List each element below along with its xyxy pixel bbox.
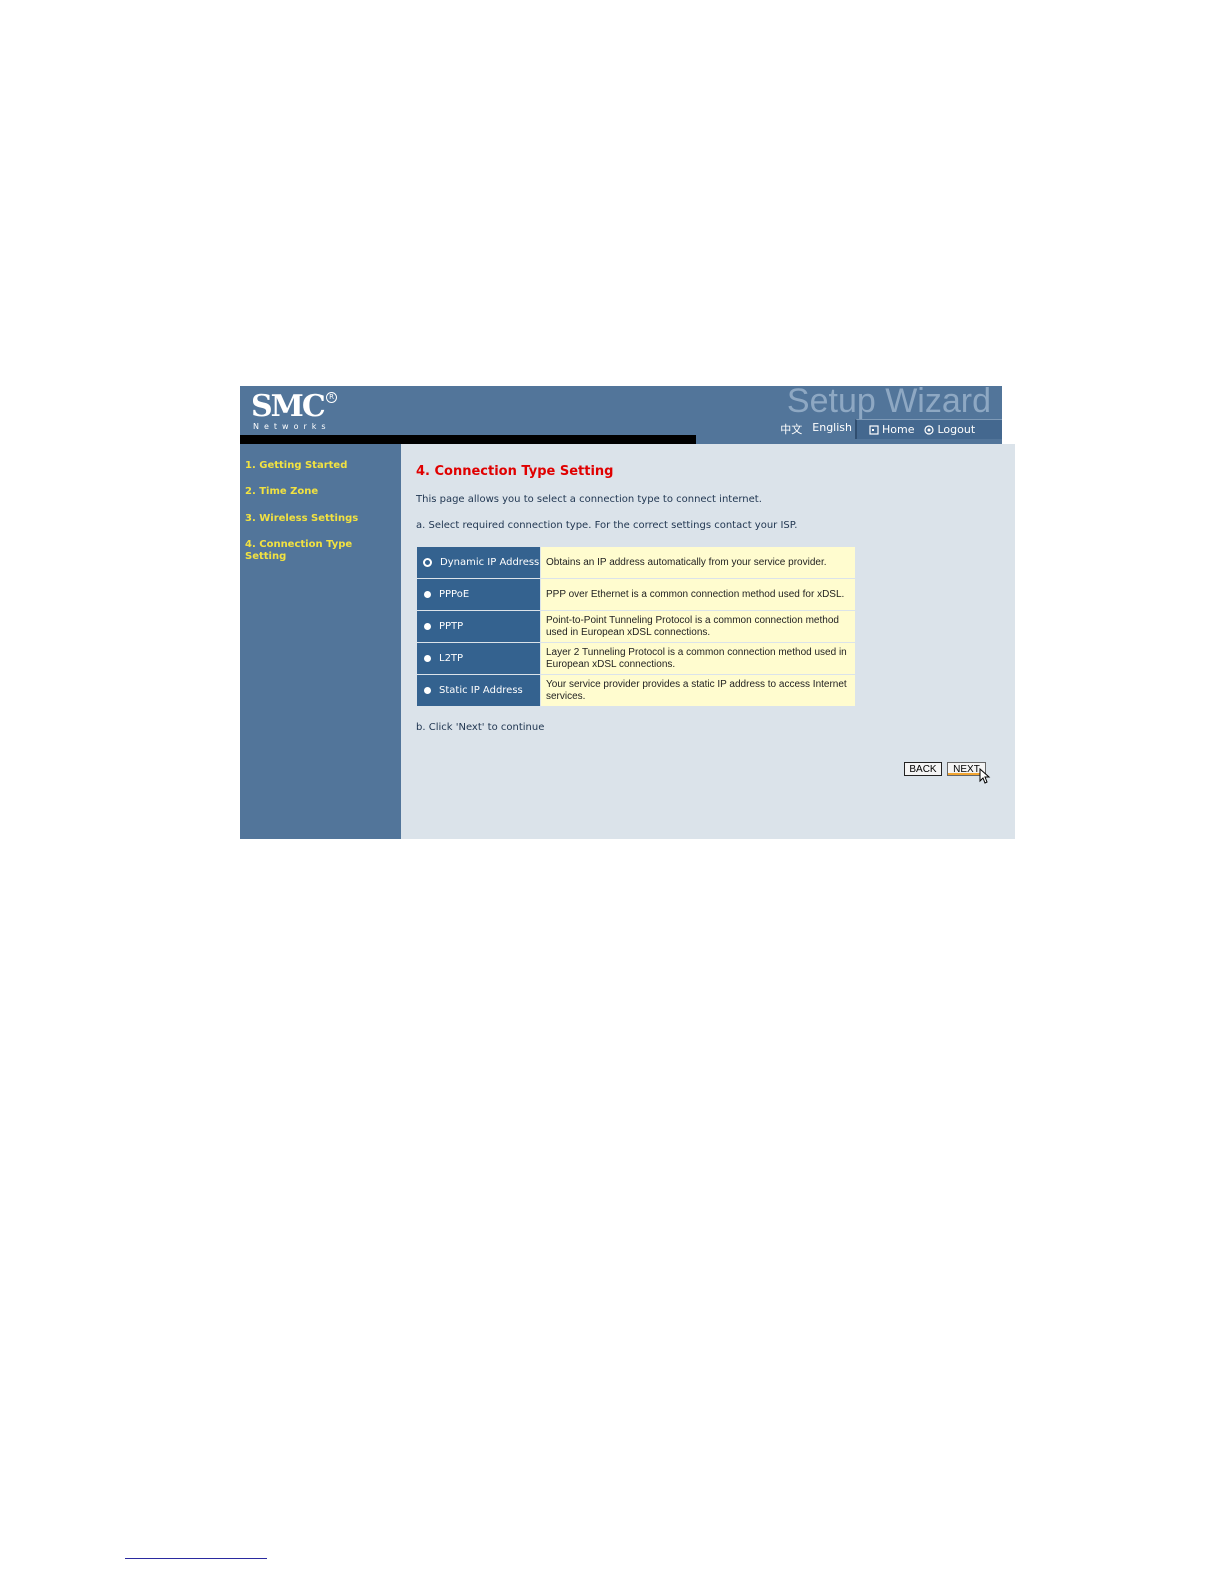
wizard-title: Setup Wizard xyxy=(786,386,991,420)
connection-option-label: Dynamic IP Address xyxy=(440,557,540,568)
connection-option-label: Static IP Address xyxy=(439,685,523,696)
header-edge xyxy=(1002,386,1015,444)
smc-logo: SMC xyxy=(251,389,326,424)
connection-option-description: Obtains an IP address automatically from… xyxy=(541,547,855,578)
sidebar: 1. Getting Started 2. Time Zone 3. Wirel… xyxy=(240,444,401,839)
logout-label: Logout xyxy=(937,423,976,436)
logo-subtitle: Networks xyxy=(253,422,331,431)
back-button[interactable]: BACK xyxy=(904,762,942,776)
connection-option[interactable]: Static IP Address xyxy=(417,675,541,706)
connection-option-description: Layer 2 Tunneling Protocol is a common c… xyxy=(541,643,855,674)
connection-option-description: Point-to-Point Tunneling Protocol is a c… xyxy=(541,611,855,642)
radio-button[interactable] xyxy=(424,623,431,630)
connection-option-label: PPTP xyxy=(439,621,464,632)
home-link[interactable]: Home xyxy=(869,423,914,436)
connection-option-row: Static IP Address Your service provider p… xyxy=(417,675,855,707)
step-b-text: b. Click 'Next' to continue xyxy=(416,722,545,733)
connection-type-table: Dynamic IP Address Obtains an IP address … xyxy=(417,547,855,707)
home-label: Home xyxy=(882,423,915,436)
sidebar-item-connection-type[interactable]: 4. Connection Type Setting xyxy=(245,539,355,563)
connection-option-description: Your service provider provides a static … xyxy=(541,675,855,706)
connection-option[interactable]: PPTP xyxy=(417,611,541,642)
radio-button[interactable] xyxy=(424,591,431,598)
intro-text: This page allows you to select a connect… xyxy=(416,494,762,505)
connection-option-row: Dynamic IP Address Obtains an IP address … xyxy=(417,547,855,579)
connection-option-row: PPPoE PPP over Ethernet is a common conne… xyxy=(417,579,855,611)
header: SMC R Networks Setup Wizard 中文 English H… xyxy=(240,386,1015,444)
connection-option-row: L2TP Layer 2 Tunneling Protocol is a comm… xyxy=(417,643,855,675)
lang-chinese-link[interactable]: 中文 xyxy=(780,421,802,437)
connection-option[interactable]: Dynamic IP Address xyxy=(417,547,541,578)
connection-option-label: L2TP xyxy=(439,653,464,664)
logout-link[interactable]: Logout xyxy=(924,423,975,436)
lang-english-link[interactable]: English xyxy=(812,421,852,437)
step-a-text: a. Select required connection type. For … xyxy=(416,520,798,531)
page-title: 4. Connection Type Setting xyxy=(416,464,614,479)
top-nav: Home Logout xyxy=(855,419,1002,439)
mouse-pointer-icon xyxy=(979,768,991,784)
radio-button[interactable] xyxy=(423,558,432,567)
sidebar-item-time-zone[interactable]: 2. Time Zone xyxy=(245,486,385,498)
registered-mark: R xyxy=(326,392,337,403)
radio-button[interactable] xyxy=(424,687,431,694)
connection-option-label: PPPoE xyxy=(439,589,470,600)
sidebar-item-getting-started[interactable]: 1. Getting Started xyxy=(245,460,385,472)
connection-option[interactable]: L2TP xyxy=(417,643,541,674)
connection-option-description: PPP over Ethernet is a common connection… xyxy=(541,579,855,610)
router-setup-screenshot: SMC R Networks Setup Wizard 中文 English H… xyxy=(240,386,1015,839)
connection-option-row: PPTP Point-to-Point Tunneling Protocol is… xyxy=(417,611,855,643)
language-selector: 中文 English xyxy=(770,421,852,437)
main-content: 4. Connection Type Setting This page all… xyxy=(401,444,1015,839)
footnote-separator xyxy=(125,1558,267,1559)
header-divider xyxy=(240,435,696,444)
radio-button[interactable] xyxy=(424,655,431,662)
connection-option[interactable]: PPPoE xyxy=(417,579,541,610)
logout-icon xyxy=(924,424,935,435)
home-icon xyxy=(869,424,879,435)
sidebar-item-wireless-settings[interactable]: 3. Wireless Settings xyxy=(245,513,385,525)
